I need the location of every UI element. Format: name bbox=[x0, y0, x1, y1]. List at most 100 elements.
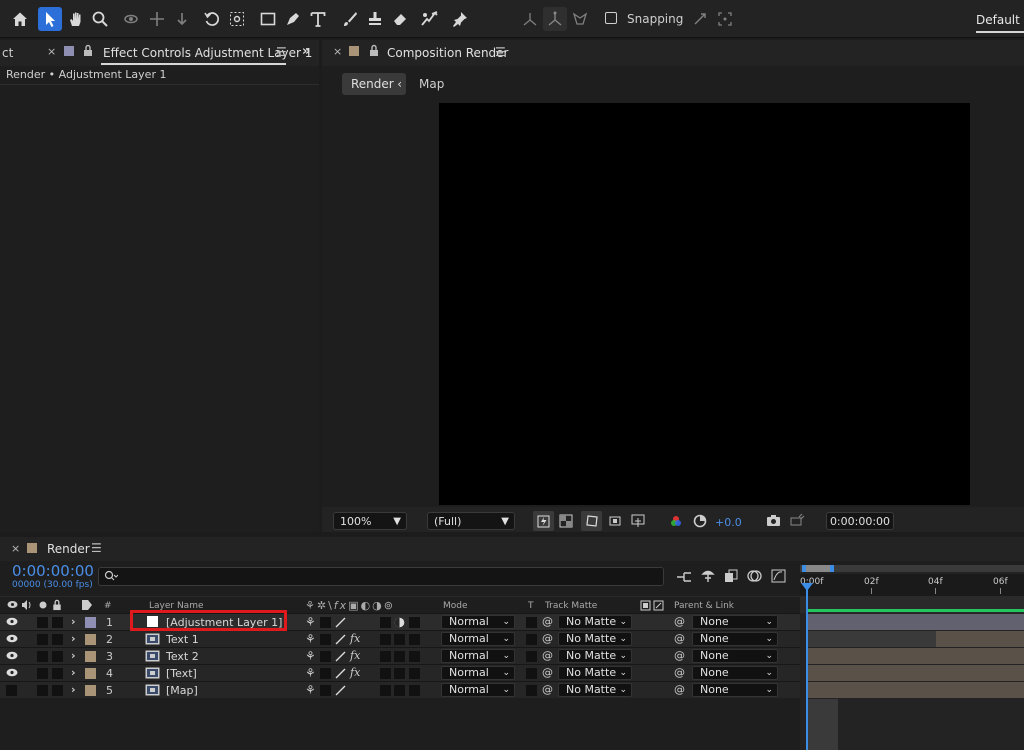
quality-slash-icon[interactable] bbox=[335, 685, 346, 696]
audio-switch-header-icon[interactable] bbox=[21, 600, 32, 610]
blend-mode-dropdown[interactable]: Normal ⌄ bbox=[441, 683, 515, 697]
show-snapshot-icon[interactable] bbox=[790, 513, 805, 527]
eraser-tool-icon[interactable] bbox=[388, 7, 412, 31]
3d-layer-switch[interactable] bbox=[409, 685, 420, 696]
preserve-transparency-switch[interactable] bbox=[526, 617, 537, 628]
label-header-icon[interactable] bbox=[81, 599, 93, 611]
motion-blur-switch[interactable] bbox=[380, 685, 391, 696]
zoom-tool-icon[interactable] bbox=[88, 7, 112, 31]
work-area-range[interactable] bbox=[802, 565, 834, 572]
current-time-display[interactable]: 0:00:00:00 bbox=[826, 512, 894, 530]
3d-layer-switch[interactable] bbox=[409, 668, 420, 679]
layer-row[interactable]: › 1 [Adjustment Layer 1] ⚘ Normal ⌄ @ No Matte ⌄… bbox=[0, 613, 800, 630]
parent-pick-whip-icon[interactable]: @ bbox=[674, 666, 685, 679]
clone-stamp-tool-icon[interactable] bbox=[363, 7, 387, 31]
snap-features-icon[interactable] bbox=[713, 7, 737, 31]
fx-icon[interactable]: fx bbox=[350, 649, 360, 662]
layer-row[interactable]: › 2 Text 1 ⚘ fx Normal ⌄ @ No Matte ⌄ @ None ⌄ bbox=[0, 630, 800, 647]
eye-icon[interactable] bbox=[6, 668, 18, 677]
layer-row[interactable]: › 3 Text 2 ⚘ fx Normal ⌄ @ No Matte ⌄ @ None ⌄ bbox=[0, 647, 800, 664]
close-tab-icon[interactable]: × bbox=[47, 45, 56, 58]
breadcrumb-map[interactable]: Map bbox=[419, 77, 444, 91]
selection-tool-icon[interactable] bbox=[38, 7, 62, 31]
video-switch-header-icon[interactable] bbox=[7, 600, 18, 609]
region-of-interest-icon[interactable] bbox=[608, 514, 622, 528]
pick-whip-icon[interactable]: @ bbox=[542, 666, 553, 679]
time-ruler[interactable]: 0:00f 02f 04f 06f bbox=[800, 574, 1024, 596]
blend-mode-dropdown[interactable]: Normal ⌄ bbox=[441, 649, 515, 663]
preserve-transparency-switch[interactable] bbox=[526, 668, 537, 679]
rectangle-tool-icon[interactable] bbox=[256, 7, 280, 31]
lock-switch[interactable] bbox=[52, 668, 63, 679]
motion-blur-switch[interactable] bbox=[380, 651, 391, 662]
snap-edges-icon[interactable] bbox=[688, 7, 712, 31]
shy-layers-icon[interactable] bbox=[701, 569, 715, 583]
puppet-pin-tool-icon[interactable] bbox=[448, 7, 472, 31]
shy-switch-icon[interactable]: ⚘ bbox=[305, 649, 316, 663]
parent-pick-whip-icon[interactable]: @ bbox=[674, 649, 685, 662]
blend-mode-dropdown[interactable]: Normal ⌄ bbox=[441, 666, 515, 680]
lock-icon[interactable] bbox=[369, 44, 379, 57]
layer-row[interactable]: › 4 [Text] ⚘ fx Normal ⌄ @ No Matte ⌄ @ None ⌄ bbox=[0, 664, 800, 681]
solo-switch[interactable] bbox=[37, 617, 48, 628]
layer-row[interactable]: › 5 [Map] ⚘ Normal ⌄ @ No Matte ⌄ @ None ⌄ bbox=[0, 681, 800, 698]
fast-previews-icon[interactable] bbox=[533, 511, 554, 531]
transparency-grid-icon[interactable] bbox=[559, 514, 573, 528]
close-tab-icon[interactable]: × bbox=[333, 45, 342, 58]
roto-brush-tool-icon[interactable] bbox=[418, 7, 442, 31]
frame-blending-icon[interactable] bbox=[724, 569, 738, 583]
preserve-transparency-switch[interactable] bbox=[526, 634, 537, 645]
track-matte-dropdown[interactable]: No Matte ⌄ bbox=[558, 632, 632, 646]
solo-switch[interactable] bbox=[37, 634, 48, 645]
workspace-default[interactable]: Default bbox=[976, 13, 1020, 27]
exposure-value[interactable]: +0.0 bbox=[715, 516, 742, 529]
layer-search-input[interactable] bbox=[98, 567, 664, 586]
quality-slash-icon[interactable] bbox=[335, 651, 346, 662]
current-time[interactable]: 0:00:00:00 bbox=[12, 562, 94, 580]
brush-tool-icon[interactable] bbox=[338, 7, 362, 31]
parent-dropdown[interactable]: None ⌄ bbox=[692, 632, 778, 646]
adjustment-layer-switch-icon[interactable] bbox=[394, 617, 405, 628]
hand-tool-icon[interactable] bbox=[64, 7, 88, 31]
motion-blur-switch[interactable] bbox=[380, 668, 391, 679]
pan-camera-icon[interactable] bbox=[145, 7, 169, 31]
lock-switch[interactable] bbox=[52, 685, 63, 696]
chevron-right-icon[interactable]: › bbox=[71, 649, 76, 662]
motion-blur-switch[interactable] bbox=[380, 617, 391, 628]
quality-slash-icon[interactable] bbox=[335, 634, 346, 645]
layer-name[interactable]: [Text] bbox=[166, 667, 197, 680]
reset-exposure-icon[interactable] bbox=[693, 514, 707, 528]
orbit-camera-icon[interactable] bbox=[120, 7, 144, 31]
world-axis-mode-icon[interactable] bbox=[543, 7, 567, 31]
adjustment-layer-switch[interactable] bbox=[394, 634, 405, 645]
snapping-checkbox[interactable] bbox=[605, 12, 617, 24]
shy-switch-icon[interactable]: ⚘ bbox=[305, 615, 316, 629]
magnification-dropdown[interactable]: 100% ▼ bbox=[333, 512, 407, 530]
lock-switch[interactable] bbox=[52, 651, 63, 662]
chevron-right-icon[interactable]: › bbox=[71, 615, 76, 628]
anchor-point-tool-icon[interactable] bbox=[225, 7, 249, 31]
pick-whip-icon[interactable]: @ bbox=[542, 649, 553, 662]
solo-switch[interactable] bbox=[37, 651, 48, 662]
solo-switch[interactable] bbox=[37, 685, 48, 696]
shy-switch-icon[interactable]: ⚘ bbox=[305, 683, 316, 697]
type-tool-icon[interactable] bbox=[306, 7, 330, 31]
panel-menu-icon[interactable]: ☰ bbox=[495, 45, 506, 59]
timeline-tab[interactable]: Render bbox=[47, 542, 90, 556]
3d-layer-switch[interactable] bbox=[409, 634, 420, 645]
graph-editor-icon[interactable] bbox=[771, 569, 786, 583]
composition-tab[interactable]: Composition Render bbox=[387, 46, 508, 60]
parent-pick-whip-icon[interactable]: @ bbox=[674, 615, 685, 628]
eye-icon[interactable] bbox=[6, 634, 18, 643]
lock-header-icon[interactable] bbox=[52, 599, 62, 611]
quality-slash-icon[interactable] bbox=[335, 617, 346, 628]
layer-name[interactable]: [Map] bbox=[166, 684, 198, 697]
collapse-switch[interactable] bbox=[320, 685, 331, 696]
grid-guides-icon[interactable] bbox=[631, 514, 646, 528]
fx-icon[interactable]: fx bbox=[350, 666, 360, 679]
pick-whip-icon[interactable]: @ bbox=[542, 683, 553, 696]
collapse-switch[interactable] bbox=[320, 617, 331, 628]
pen-tool-icon[interactable] bbox=[281, 7, 305, 31]
breadcrumb-render[interactable]: Render ‹ bbox=[342, 73, 406, 95]
adjustment-layer-switch[interactable] bbox=[394, 668, 405, 679]
